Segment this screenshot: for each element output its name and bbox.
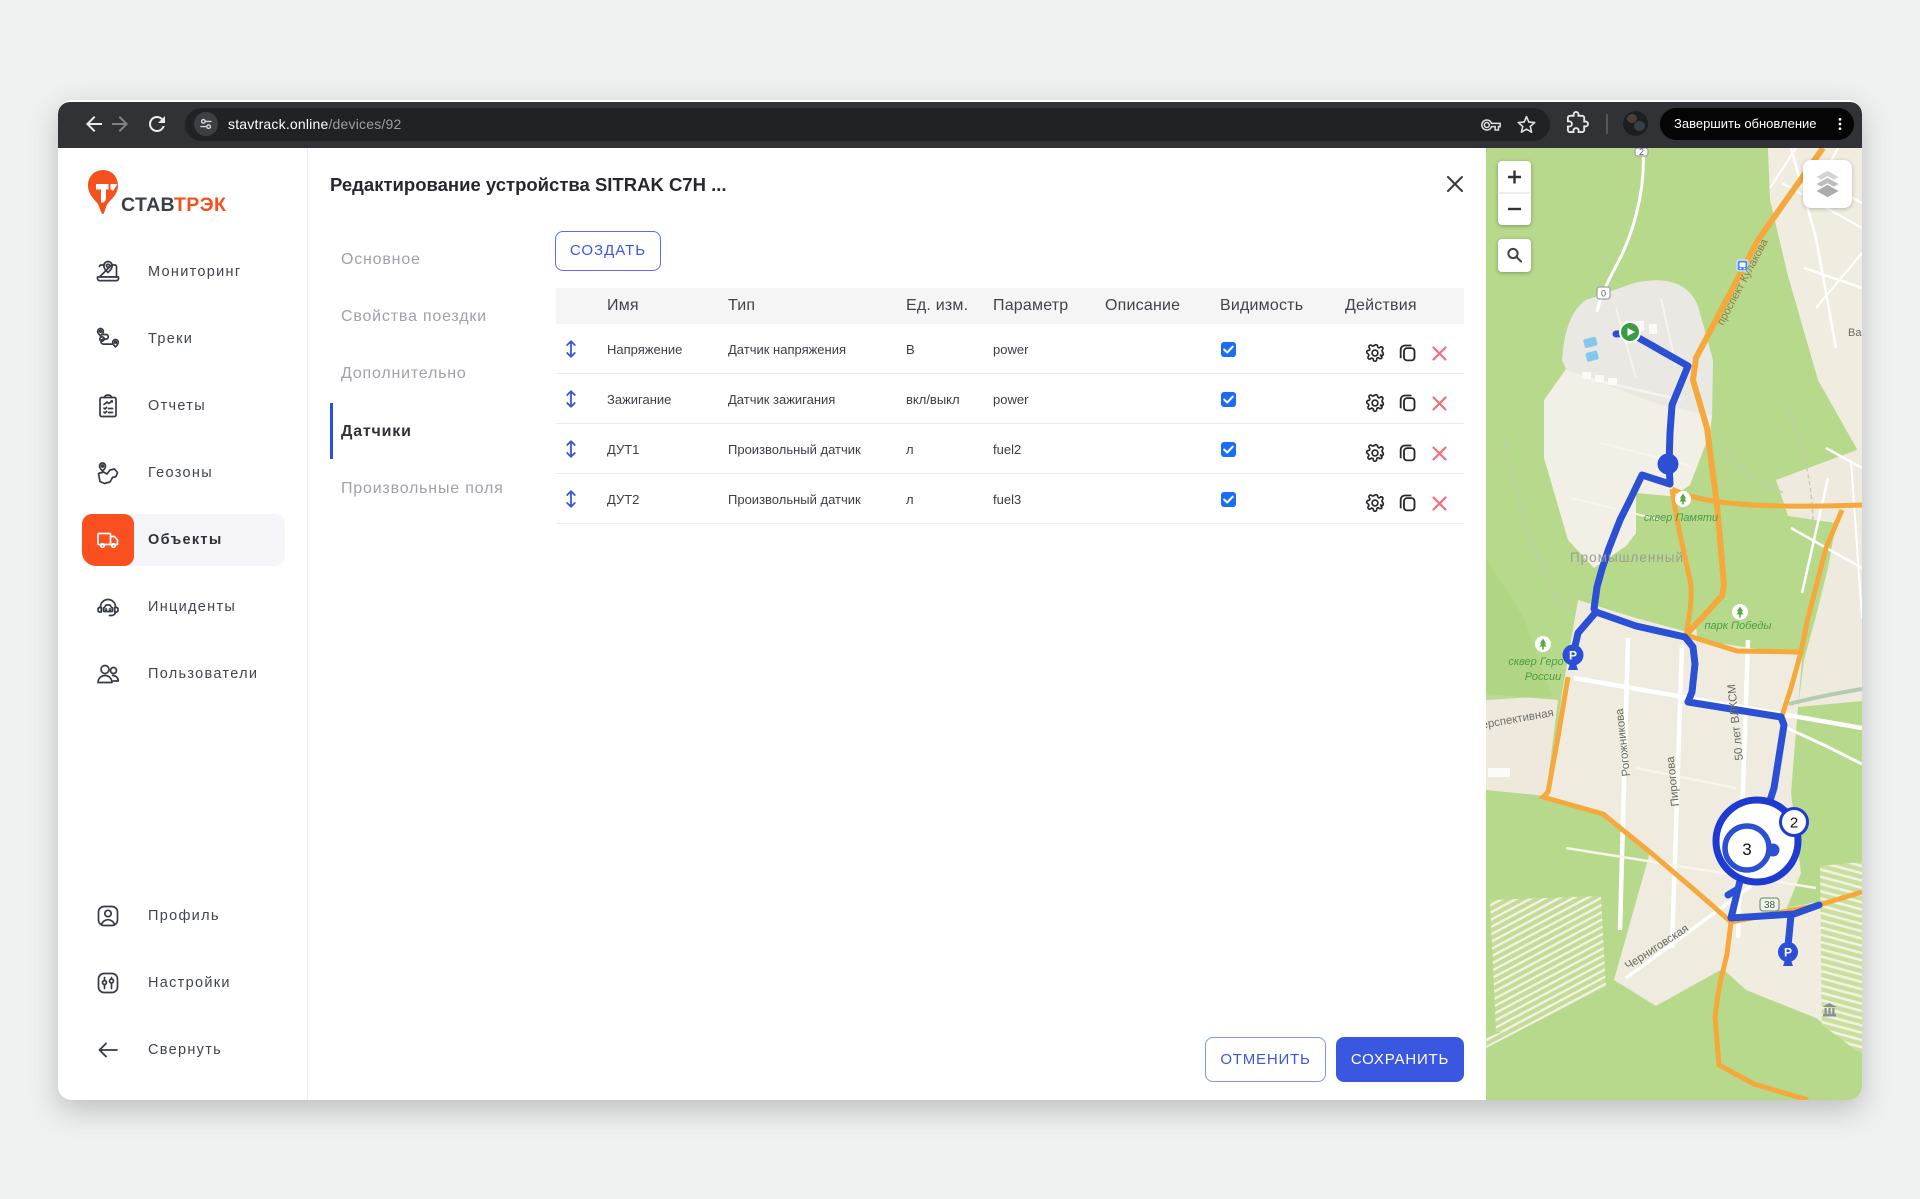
svg-text:2: 2: [1790, 815, 1798, 832]
svg-text:P: P: [1569, 649, 1577, 663]
svg-text:сквер Памяти: сквер Памяти: [1644, 512, 1718, 524]
svg-text:0: 0: [1601, 289, 1606, 299]
svg-text:Вас: Вас: [1848, 327, 1862, 339]
svg-text:Промышленный: Промышленный: [1570, 550, 1684, 565]
svg-text:парк Победы: парк Победы: [1705, 620, 1772, 632]
svg-text:ТРЭК: ТРЭК: [174, 194, 226, 216]
svg-text:2: 2: [1639, 148, 1644, 157]
svg-text:России: России: [1525, 671, 1562, 683]
svg-text:38: 38: [1764, 900, 1776, 911]
svg-text:СТАВ: СТАВ: [121, 194, 175, 216]
svg-text:P: P: [1784, 946, 1792, 960]
svg-text:сквер Геро: сквер Геро: [1508, 656, 1563, 668]
svg-text:3: 3: [1742, 840, 1751, 859]
